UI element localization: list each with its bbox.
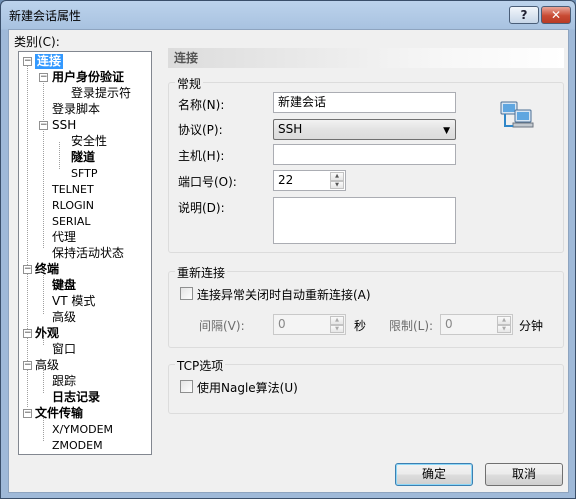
port-value: 22	[278, 173, 294, 187]
spin-up-icon[interactable]: ▲	[330, 172, 344, 181]
tree-item-xymodem[interactable]: X/YMODEM	[52, 422, 113, 437]
spin-down-icon[interactable]: ▼	[497, 324, 511, 333]
spin-up-icon[interactable]: ▲	[497, 316, 511, 325]
close-button[interactable]: ✕	[541, 6, 571, 24]
tcp-group-title: TCP选项	[175, 357, 226, 374]
limit-label: 限制(L):	[389, 319, 434, 333]
tree-item-connection[interactable]: 连接	[35, 54, 64, 69]
interval-unit: 秒	[354, 319, 367, 333]
name-label: 名称(N):	[178, 98, 225, 112]
port-label: 端口号(O):	[178, 175, 237, 189]
auto-reconnect-label[interactable]: 连接异常关闭时自动重新连接(A)	[197, 286, 371, 303]
tree-item-ssh[interactable]: SSH	[52, 118, 76, 133]
tree-expander-user-auth[interactable]: −	[39, 73, 48, 82]
tree-expander-advanced[interactable]: −	[23, 361, 32, 370]
tree-expander-ssh[interactable]: −	[39, 121, 48, 130]
tree-item-login-script[interactable]: 登录脚本	[52, 102, 100, 117]
spin-up-icon[interactable]: ▲	[330, 316, 344, 325]
window-title: 新建会话属性	[9, 9, 82, 23]
tree-item-logging[interactable]: 日志记录	[52, 390, 100, 405]
tree-guide-line	[43, 78, 44, 248]
tree-item-telnet[interactable]: TELNET	[52, 182, 94, 197]
help-button[interactable]: ?	[509, 6, 539, 24]
spin-down-icon[interactable]: ▼	[330, 324, 344, 333]
tree-item-security[interactable]: 安全性	[71, 134, 107, 149]
tree-expander-terminal[interactable]: −	[23, 265, 32, 274]
tree-item-trace[interactable]: 跟踪	[52, 374, 76, 389]
nagle-label[interactable]: 使用Nagle算法(U)	[197, 379, 298, 396]
tree-item-sftp[interactable]: SFTP	[71, 166, 97, 181]
interval-field[interactable]: 0 ▲ ▼	[273, 314, 346, 335]
protocol-select-value: SSH	[278, 122, 303, 136]
host-field[interactable]	[273, 144, 456, 165]
tree-item-login-prompt[interactable]: 登录提示符	[71, 86, 131, 101]
limit-field[interactable]: 0 ▲ ▼	[440, 314, 513, 335]
general-group-title: 常规	[175, 75, 204, 92]
port-spinner[interactable]: ▲ ▼	[330, 172, 344, 189]
nagle-checkbox[interactable]	[180, 380, 193, 393]
tree-guide-line	[59, 142, 60, 169]
tree-guide-line	[43, 271, 44, 314]
tree-item-rlogin[interactable]: RLOGIN	[52, 198, 94, 213]
tree-item-serial[interactable]: SERIAL	[52, 214, 90, 229]
category-label: 类别(C):	[14, 35, 60, 49]
description-label: 说明(D):	[178, 201, 225, 215]
tree-item-appearance[interactable]: 外观	[35, 326, 59, 341]
auto-reconnect-checkbox[interactable]	[180, 287, 193, 300]
tree-item-terminal[interactable]: 终端	[35, 262, 59, 277]
tree-item-keepalive[interactable]: 保持活动状态	[52, 246, 124, 261]
reconnect-group-title: 重新连接	[175, 264, 228, 281]
tree-item-vt-mode[interactable]: VT 模式	[52, 294, 95, 309]
tree-item-zmodem[interactable]: ZMODEM	[52, 438, 103, 453]
chevron-down-icon: ▼	[443, 126, 450, 136]
protocol-label: 协议(P):	[178, 123, 223, 137]
reconnect-group	[168, 271, 564, 348]
section-header: 连接	[168, 48, 564, 68]
interval-value: 0	[278, 317, 286, 331]
tree-item-window[interactable]: 窗口	[52, 342, 76, 357]
title-bar[interactable]: 新建会话属性 ? ✕	[1, 1, 575, 29]
interval-label: 间隔(V):	[199, 319, 245, 333]
ok-button[interactable]: 确定	[395, 463, 473, 486]
limit-value: 0	[445, 317, 453, 331]
spin-down-icon[interactable]: ▼	[330, 180, 344, 189]
cancel-button[interactable]: 取消	[485, 463, 563, 486]
tree-expander-appearance[interactable]: −	[23, 329, 32, 338]
port-field[interactable]: 22 ▲ ▼	[273, 170, 346, 191]
tree-expander-file-transfer[interactable]: −	[23, 409, 32, 418]
category-tree[interactable]: − 连接 − 用户身份验证 登录提示符 登录脚本 − SSH 安全性 隧道 SF…	[18, 51, 152, 455]
limit-unit: 分钟	[519, 319, 544, 333]
tree-item-tunnel[interactable]: 隧道	[71, 150, 95, 165]
tree-item-file-transfer[interactable]: 文件传输	[35, 406, 83, 421]
host-label: 主机(H):	[178, 149, 225, 163]
protocol-select[interactable]: SSH ▼	[273, 119, 456, 140]
tree-item-proxy[interactable]: 代理	[52, 230, 76, 245]
network-computers-icon	[500, 101, 534, 128]
tree-item-user-auth[interactable]: 用户身份验证	[52, 70, 124, 85]
tree-item-terminal-advanced[interactable]: 高级	[52, 310, 76, 325]
dialog-body: 类别(C): − 连接 − 用户身份验证 登录提示符 登录脚本 − SSH 安全…	[8, 29, 569, 493]
tree-expander-connection[interactable]: −	[23, 57, 32, 66]
name-field[interactable]: 新建会话	[273, 92, 456, 113]
dialog-window: 新建会话属性 ? ✕ 类别(C): − 连接 − 用户身份验证 登录提示符 登录…	[0, 0, 576, 499]
tree-guide-line	[27, 62, 28, 407]
interval-spinner[interactable]: ▲ ▼	[330, 316, 344, 333]
tree-item-advanced[interactable]: 高级	[35, 358, 59, 373]
description-field[interactable]	[273, 197, 456, 244]
limit-spinner[interactable]: ▲ ▼	[497, 316, 511, 333]
tree-item-keyboard[interactable]: 键盘	[52, 278, 76, 293]
